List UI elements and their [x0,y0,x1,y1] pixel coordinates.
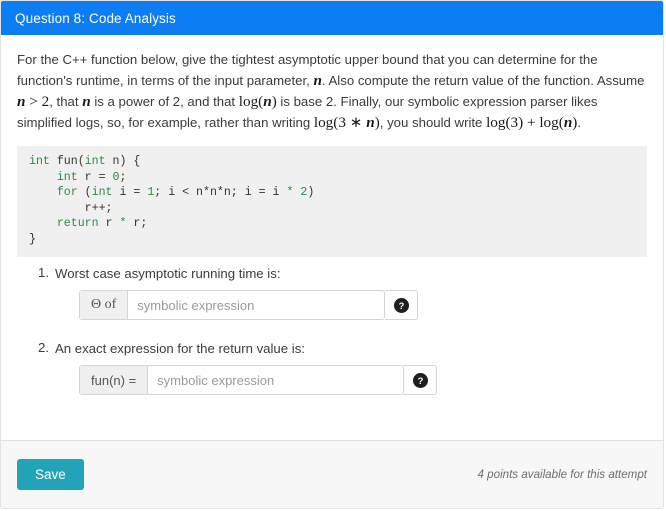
running-time-input[interactable] [128,291,384,319]
math-n-inline-2: n [82,93,91,110]
help-button-1[interactable]: ? [385,290,418,320]
answer-input-row-1: Θ of ? [79,290,647,320]
help-button-2[interactable]: ? [404,365,437,395]
math-n-greater-than-2: n > 2 [17,93,50,110]
question-prompt: For the C++ function below, give the tig… [17,49,647,133]
card-footer: Save 4 points available for this attempt [1,440,663,508]
prompt-text-part-6: , you should write [379,115,487,130]
input-group-2: fun(n) = [79,365,404,395]
code-snippet: int fun(int n) { int r = 0; for (int i =… [17,146,647,257]
card-body: For the C++ function below, give the tig… [1,35,663,440]
prompt-text-part-2: . Also compute the return value of the f… [321,73,645,88]
math-log3-plus-logn: log(3) + log(n) [486,114,578,131]
page-title: Question 8: Code Analysis [15,10,176,26]
card-header: Question 8: Code Analysis [1,1,663,35]
question-card: Question 8: Code Analysis For the C++ fu… [0,0,664,509]
math-n-inline-1: n [313,72,322,89]
svg-text:?: ? [417,375,423,385]
answer-label-2: An exact expression for the return value… [55,341,305,356]
math-log-3n: log(3 ∗ n) [313,114,380,131]
math-log-n: log(n) [238,93,277,110]
svg-text:?: ? [398,300,404,310]
theta-prefix-label: Θ of [80,291,129,319]
fun-n-prefix-label: fun(n) = [80,366,149,394]
return-value-input[interactable] [148,366,403,394]
prompt-text-part-7: . [577,115,581,130]
prompt-text-part-3: , that [49,94,83,109]
points-available-note: 4 points available for this attempt [477,468,648,481]
question-mark-circle-icon: ? [393,297,409,313]
answer-item-1: Worst case asymptotic running time is: Θ… [38,265,647,320]
prompt-text-part-4: is a power of 2, and that [90,94,239,109]
answer-list: Worst case asymptotic running time is: Θ… [17,265,647,395]
save-button[interactable]: Save [17,458,84,491]
question-mark-circle-icon: ? [412,372,428,388]
input-group-1: Θ of [79,290,385,320]
answer-item-2: An exact expression for the return value… [38,340,647,395]
answer-label-1: Worst case asymptotic running time is: [55,266,281,281]
answer-input-row-2: fun(n) = ? [79,365,647,395]
